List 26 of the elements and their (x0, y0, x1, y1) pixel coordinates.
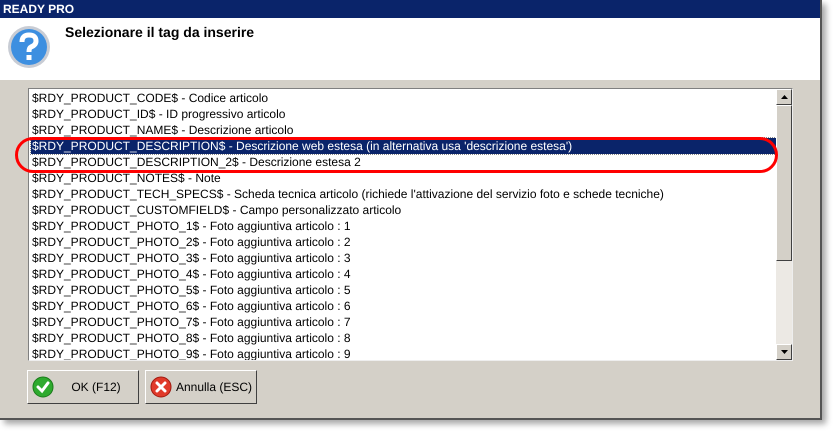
list-item[interactable]: $RDY_PRODUCT_PHOTO_8$ - Foto aggiuntiva articolo : 8 (31, 330, 776, 346)
dialog-heading: Selezionare il tag da inserire (65, 23, 254, 42)
list-item[interactable]: $RDY_PRODUCT_NOTES$ - Note (31, 170, 776, 186)
up-arrow-icon (780, 95, 788, 99)
list-item[interactable]: $RDY_PRODUCT_TECH_SPECS$ - Scheda tecnica articolo (richiede l'attivazione del servizio foto e schede tecniche) (31, 186, 776, 202)
list-item[interactable]: $RDY_PRODUCT_NAME$ - Descrizione articolo (31, 122, 776, 138)
checkmark-icon (32, 376, 54, 398)
list-item[interactable]: $RDY_PRODUCT_PHOTO_7$ - Foto aggiuntiva articolo : 7 (31, 314, 776, 330)
window-title: READY PRO (3, 3, 74, 15)
list-item[interactable]: $RDY_PRODUCT_PHOTO_3$ - Foto aggiuntiva articolo : 3 (31, 250, 776, 266)
list-item[interactable]: $RDY_PRODUCT_CUSTOMFIELD$ - Campo personalizzato articolo (31, 202, 776, 218)
list-item[interactable]: $RDY_PRODUCT_PHOTO_4$ - Foto aggiuntiva articolo : 4 (31, 266, 776, 282)
list-item[interactable]: $RDY_PRODUCT_ID$ - ID progressivo articolo (31, 106, 776, 122)
scroll-down-button[interactable] (776, 344, 792, 360)
close-icon (150, 376, 172, 398)
down-arrow-icon (780, 350, 788, 354)
list-item[interactable]: $RDY_PRODUCT_PHOTO_2$ - Foto aggiuntiva articolo : 2 (31, 234, 776, 250)
cancel-button[interactable]: Annulla (ESC) (145, 370, 257, 404)
list-item[interactable]: $RDY_PRODUCT_CODE$ - Codice articolo (31, 90, 776, 106)
ok-button[interactable]: OK (F12) (27, 370, 139, 404)
question-icon (7, 25, 51, 69)
scroll-up-button[interactable] (776, 89, 792, 105)
list-item[interactable]: $RDY_PRODUCT_DESCRIPTION_2$ - Descrizione estesa 2 (31, 154, 776, 170)
list-item[interactable]: $RDY_PRODUCT_PHOTO_1$ - Foto aggiuntiva articolo : 1 (31, 218, 776, 234)
list-item[interactable]: $RDY_PRODUCT_PHOTO_5$ - Foto aggiuntiva articolo : 5 (31, 282, 776, 298)
list-item[interactable]: $RDY_PRODUCT_PHOTO_6$ - Foto aggiuntiva articolo : 6 (31, 298, 776, 314)
